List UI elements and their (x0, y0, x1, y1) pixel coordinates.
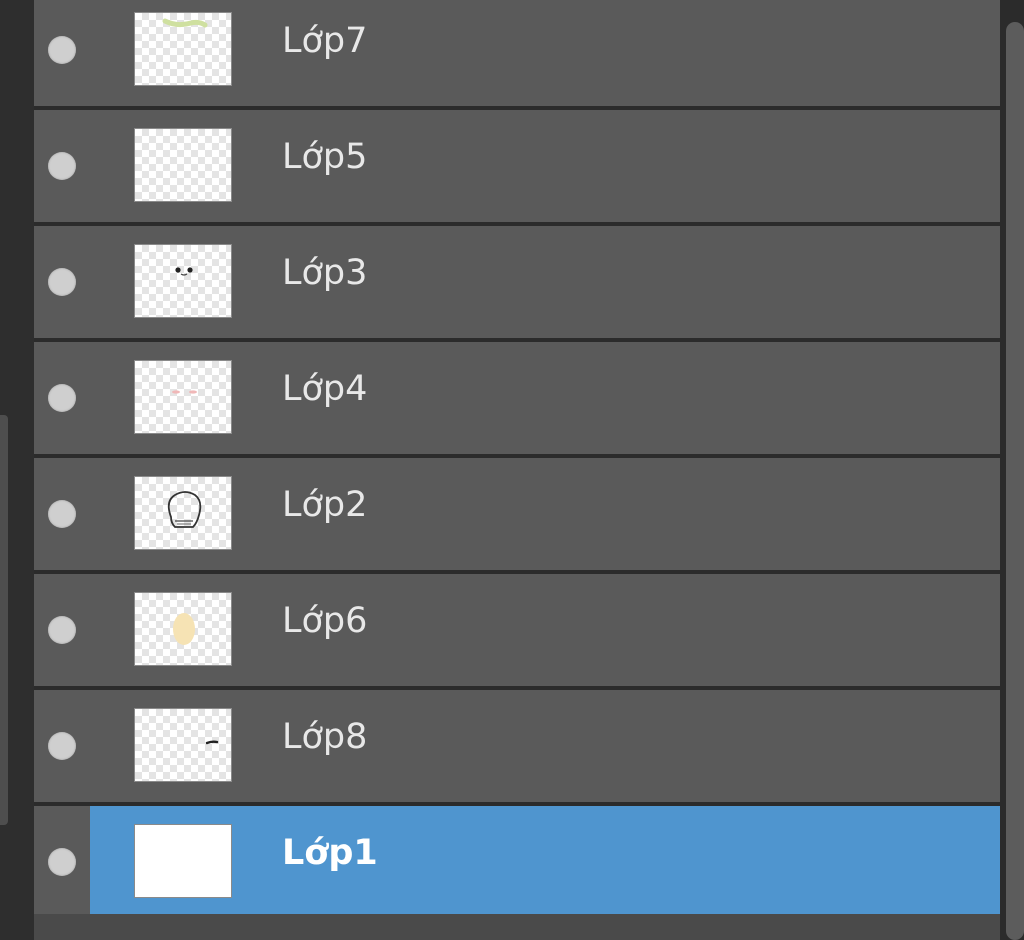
layer-name: Lớp3 (282, 253, 368, 293)
layer-thumbnail (134, 244, 232, 318)
layer-name: Lớp8 (282, 717, 368, 757)
layer-thumbnail (134, 708, 232, 782)
layer-name: Lớp6 (282, 601, 368, 641)
visibility-toggle-icon[interactable] (48, 268, 76, 296)
layer-row-lop8[interactable]: Lớp8 (34, 690, 1000, 802)
layer-name: Lớp5 (282, 137, 368, 177)
visibility-toggle-icon[interactable] (48, 152, 76, 180)
layer-row-lop1[interactable]: Lớp1 (34, 806, 1000, 918)
layer-row-lop6[interactable]: Lớp6 (34, 574, 1000, 686)
layer-name: Lớp7 (282, 21, 368, 61)
layer-row-lop4[interactable]: Lớp4 (34, 342, 1000, 454)
layer-thumbnail (134, 12, 232, 86)
visibility-toggle-icon[interactable] (48, 848, 76, 876)
layer-row-lop2[interactable]: Lớp2 (34, 458, 1000, 570)
layer-name: Lớp2 (282, 485, 368, 525)
layer-thumbnail (134, 824, 232, 898)
layer-thumbnail (134, 360, 232, 434)
layer-thumbnail (134, 592, 232, 666)
visibility-toggle-icon[interactable] (48, 36, 76, 64)
visibility-toggle-icon[interactable] (48, 500, 76, 528)
visibility-toggle-icon[interactable] (48, 616, 76, 644)
layer-name: Lớp1 (282, 833, 378, 873)
layer-thumbnail (134, 476, 232, 550)
layer-row-lop3[interactable]: Lớp3 (34, 226, 1000, 338)
layer-name: Lớp4 (282, 369, 368, 409)
layer-row-lop5[interactable]: Lớp5 (34, 110, 1000, 222)
layers-panel: Lớp7 Lớp5 Lớp3 Lớp4 Lớp2 Lớp6 Lớp8 Lớp1 (0, 0, 1024, 940)
layer-thumbnail (134, 128, 232, 202)
list-footer (34, 914, 1000, 940)
visibility-toggle-icon[interactable] (48, 732, 76, 760)
layer-list: Lớp7 Lớp5 Lớp3 Lớp4 Lớp2 Lớp6 Lớp8 Lớp1 (34, 0, 1000, 940)
left-panel-edge (0, 415, 8, 825)
visibility-toggle-icon[interactable] (48, 384, 76, 412)
scrollbar-thumb[interactable] (1006, 22, 1024, 940)
layer-row-lop7[interactable]: Lớp7 (34, 0, 1000, 106)
